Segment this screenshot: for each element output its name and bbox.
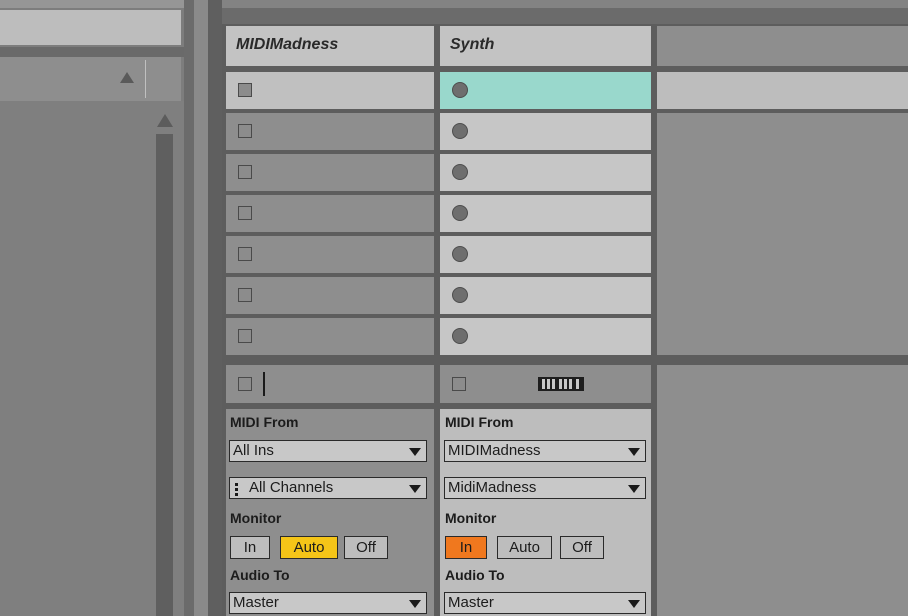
clip-slot[interactable] xyxy=(226,113,434,150)
channel-dot-icon xyxy=(235,488,238,491)
empty-track-header-area xyxy=(657,26,908,66)
column-divider xyxy=(145,60,146,98)
sort-triangle-icon[interactable] xyxy=(120,72,134,83)
session-view-border xyxy=(208,0,222,616)
left-panel-top-strip xyxy=(0,0,184,8)
selected-scene-row[interactable] xyxy=(657,72,908,109)
monitor-in-button[interactable]: In xyxy=(445,536,487,559)
clip-slot[interactable] xyxy=(440,113,651,150)
clip-slot[interactable] xyxy=(226,277,434,314)
square-stop-icon[interactable] xyxy=(238,329,252,343)
circle-record-icon[interactable] xyxy=(452,123,468,139)
triangle-down-icon xyxy=(409,448,421,456)
audio-to-label: Audio To xyxy=(445,567,505,583)
track-name: Synth xyxy=(450,36,495,53)
left-panel-header xyxy=(0,10,181,45)
channel-dot-icon xyxy=(235,483,238,486)
clip-slot[interactable] xyxy=(440,195,651,232)
clip-slot[interactable] xyxy=(440,154,651,191)
text-cursor xyxy=(263,372,265,396)
audio-to-value: Master xyxy=(448,594,494,611)
left-panel-column-header[interactable] xyxy=(0,57,181,101)
input-channel-value: All Channels xyxy=(249,479,334,496)
clip-slot[interactable] xyxy=(440,236,651,273)
input-type-dropdown[interactable]: MIDIMadness xyxy=(444,440,646,462)
square-stop-icon[interactable] xyxy=(238,247,252,261)
monitor-auto-button[interactable]: Auto xyxy=(280,536,338,559)
audio-to-label: Audio To xyxy=(230,567,290,583)
triangle-down-icon xyxy=(409,485,421,493)
io-section-synth: MIDI From MIDIMadness MidiMadness Monito… xyxy=(440,409,651,616)
clip-slot[interactable] xyxy=(226,318,434,355)
left-panel-divider xyxy=(0,47,184,57)
input-type-value: MIDIMadness xyxy=(448,442,541,459)
circle-record-icon[interactable] xyxy=(452,82,468,98)
channel-dot-icon xyxy=(235,493,238,496)
monitor-label: Monitor xyxy=(445,510,497,526)
audio-to-value: Master xyxy=(233,594,279,611)
input-channel-dropdown[interactable]: MidiMadness xyxy=(444,477,646,499)
clip-slot[interactable] xyxy=(226,154,434,191)
clip-slot[interactable] xyxy=(226,236,434,273)
square-stop-icon[interactable] xyxy=(452,377,466,391)
input-type-value: All Ins xyxy=(233,442,274,459)
clip-slot[interactable] xyxy=(440,318,651,355)
circle-record-icon[interactable] xyxy=(452,287,468,303)
triangle-down-icon xyxy=(628,448,640,456)
clip-slot-selected[interactable] xyxy=(440,72,651,109)
left-panel-scrollbar[interactable] xyxy=(156,134,173,616)
triangle-down-icon xyxy=(628,600,640,608)
square-stop-icon[interactable] xyxy=(238,377,252,391)
empty-clip-area xyxy=(657,113,908,355)
circle-record-icon[interactable] xyxy=(452,246,468,262)
monitor-off-button[interactable]: Off xyxy=(344,536,388,559)
square-stop-icon[interactable] xyxy=(238,83,252,97)
track-header-synth[interactable]: Synth xyxy=(440,26,651,66)
audio-to-dropdown[interactable]: Master xyxy=(444,592,646,614)
keyboard-icon xyxy=(538,377,584,391)
monitor-label: Monitor xyxy=(230,510,282,526)
io-section-midimadness: MIDI From All Ins All Channels Monitor I… xyxy=(226,409,434,616)
square-stop-icon[interactable] xyxy=(238,165,252,179)
square-stop-icon[interactable] xyxy=(238,124,252,138)
panel-splitter[interactable] xyxy=(184,0,194,616)
square-stop-icon[interactable] xyxy=(238,206,252,220)
square-stop-icon[interactable] xyxy=(238,288,252,302)
circle-record-icon[interactable] xyxy=(452,205,468,221)
circle-record-icon[interactable] xyxy=(452,164,468,180)
triangle-down-icon xyxy=(409,600,421,608)
clip-slot[interactable] xyxy=(440,277,651,314)
monitor-in-button[interactable]: In xyxy=(230,536,270,559)
midi-from-label: MIDI From xyxy=(445,414,514,430)
empty-io-area xyxy=(657,365,908,616)
circle-record-icon[interactable] xyxy=(452,328,468,344)
triangle-down-icon xyxy=(628,485,640,493)
input-type-dropdown[interactable]: All Ins xyxy=(229,440,427,462)
midi-from-label: MIDI From xyxy=(230,414,299,430)
stop-row-midimadness xyxy=(226,365,434,403)
monitor-off-button[interactable]: Off xyxy=(560,536,604,559)
monitor-auto-button[interactable]: Auto xyxy=(497,536,552,559)
track-header-midimadness[interactable]: MIDIMadness xyxy=(226,26,434,66)
audio-to-dropdown[interactable]: Master xyxy=(229,592,427,614)
clip-slot[interactable] xyxy=(226,72,434,109)
clip-slot[interactable] xyxy=(226,195,434,232)
stop-row-synth xyxy=(440,365,651,403)
session-top-strip xyxy=(222,0,908,8)
input-channel-value: MidiMadness xyxy=(448,479,537,496)
splitter-edge xyxy=(194,0,208,616)
input-channel-dropdown[interactable]: All Channels xyxy=(229,477,427,499)
scroll-up-triangle-icon[interactable] xyxy=(157,114,173,127)
track-name: MIDIMadness xyxy=(236,36,339,53)
